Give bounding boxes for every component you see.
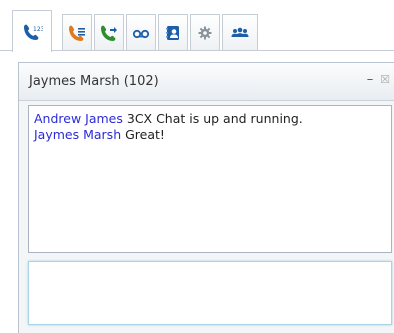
chat-message: Jaymes Marsh Great! (34, 127, 386, 143)
voicemail-icon (132, 29, 150, 38)
chat-panel: Jaymes Marsh (102) – ☒ Andrew James 3CX … (18, 62, 394, 333)
contacts-book-icon (166, 25, 179, 40)
tab-bar: 123 (0, 0, 394, 52)
tab-voicemail[interactable] (126, 14, 156, 50)
tab-contacts[interactable] (158, 14, 188, 50)
minimize-button[interactable]: – (363, 71, 377, 89)
tab-bar-divider (0, 50, 394, 51)
message-text: Great! (121, 127, 165, 142)
message-text: 3CX Chat is up and running. (122, 111, 303, 126)
phone-forward-icon (101, 25, 117, 41)
message-history: Andrew James 3CX Chat is up and running.… (28, 105, 392, 253)
chat-window: 123 Jaymes Marsh (102) – ☒ Andrew James … (0, 0, 394, 333)
message-sender: Andrew James (34, 111, 123, 126)
gear-icon (198, 26, 212, 39)
svg-text:123: 123 (33, 26, 43, 33)
chat-title: Jaymes Marsh (102) (29, 74, 159, 89)
close-button[interactable]: ☒ (379, 71, 391, 89)
tab-chat[interactable]: 123 (12, 10, 52, 52)
chat-message: Andrew James 3CX Chat is up and running. (34, 111, 386, 127)
tab-call-forward[interactable] (94, 14, 124, 50)
chat-panel-header: Jaymes Marsh (102) – ☒ (19, 63, 394, 101)
message-sender: Jaymes Marsh (34, 127, 122, 142)
message-input[interactable] (28, 261, 392, 325)
tab-presence[interactable] (222, 14, 258, 50)
tab-calls[interactable] (62, 14, 92, 50)
phone-chat-icon: 123 (24, 24, 43, 40)
phone-list-icon (69, 25, 85, 41)
users-group-icon (231, 27, 249, 37)
tab-settings[interactable] (190, 14, 220, 50)
